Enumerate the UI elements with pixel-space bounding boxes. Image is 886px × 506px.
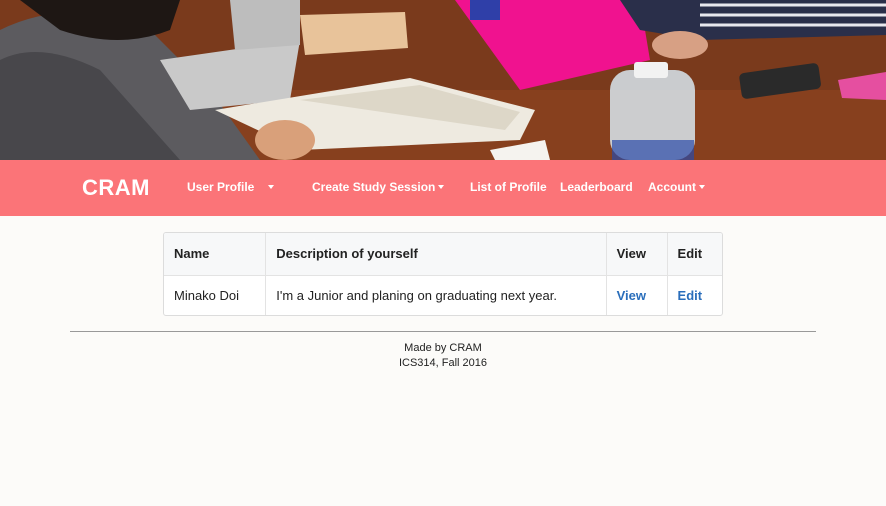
- main-navbar: CRAM User Profile Create Study Session L…: [0, 160, 886, 216]
- footer-course: ICS314, Fall 2016: [398, 357, 488, 369]
- cell-edit: Edit: [666, 275, 722, 315]
- cell-name: Minako Doi: [174, 287, 240, 303]
- chevron-down-icon[interactable]: [438, 185, 444, 189]
- brand-logo[interactable]: CRAM: [82, 175, 150, 201]
- nav-create-study-session[interactable]: Create Study Session: [312, 180, 435, 194]
- table-row: Minako Doi I'm a Junior and planing on g…: [164, 275, 722, 315]
- footer: Made by CRAM ICS314, Fall 2016: [0, 341, 886, 371]
- column-header-name: Name: [174, 246, 210, 262]
- column-header-view: View: [605, 233, 668, 275]
- column-header-edit: Edit: [666, 233, 722, 275]
- study-group-photo: [0, 0, 886, 160]
- table-header-row: Name Description of yourself View Edit: [164, 233, 722, 275]
- nav-account[interactable]: Account: [648, 180, 696, 194]
- profile-table: Name Description of yourself View Edit M…: [163, 232, 723, 316]
- chevron-down-icon[interactable]: [699, 185, 705, 189]
- footer-credit: Made by CRAM: [404, 342, 482, 354]
- cell-description: I'm a Junior and planing on graduating n…: [265, 275, 607, 315]
- footer-divider: [70, 331, 816, 332]
- cell-view: View: [605, 275, 668, 315]
- nav-leaderboard[interactable]: Leaderboard: [560, 180, 633, 194]
- nav-list-of-profile[interactable]: List of Profile: [470, 180, 547, 194]
- chevron-down-icon[interactable]: [268, 185, 274, 189]
- column-header-description: Description of yourself: [265, 233, 607, 275]
- view-link[interactable]: View: [617, 288, 646, 303]
- hero-banner-image: [0, 0, 886, 160]
- edit-link[interactable]: Edit: [678, 288, 703, 303]
- nav-user-profile[interactable]: User Profile: [187, 180, 254, 194]
